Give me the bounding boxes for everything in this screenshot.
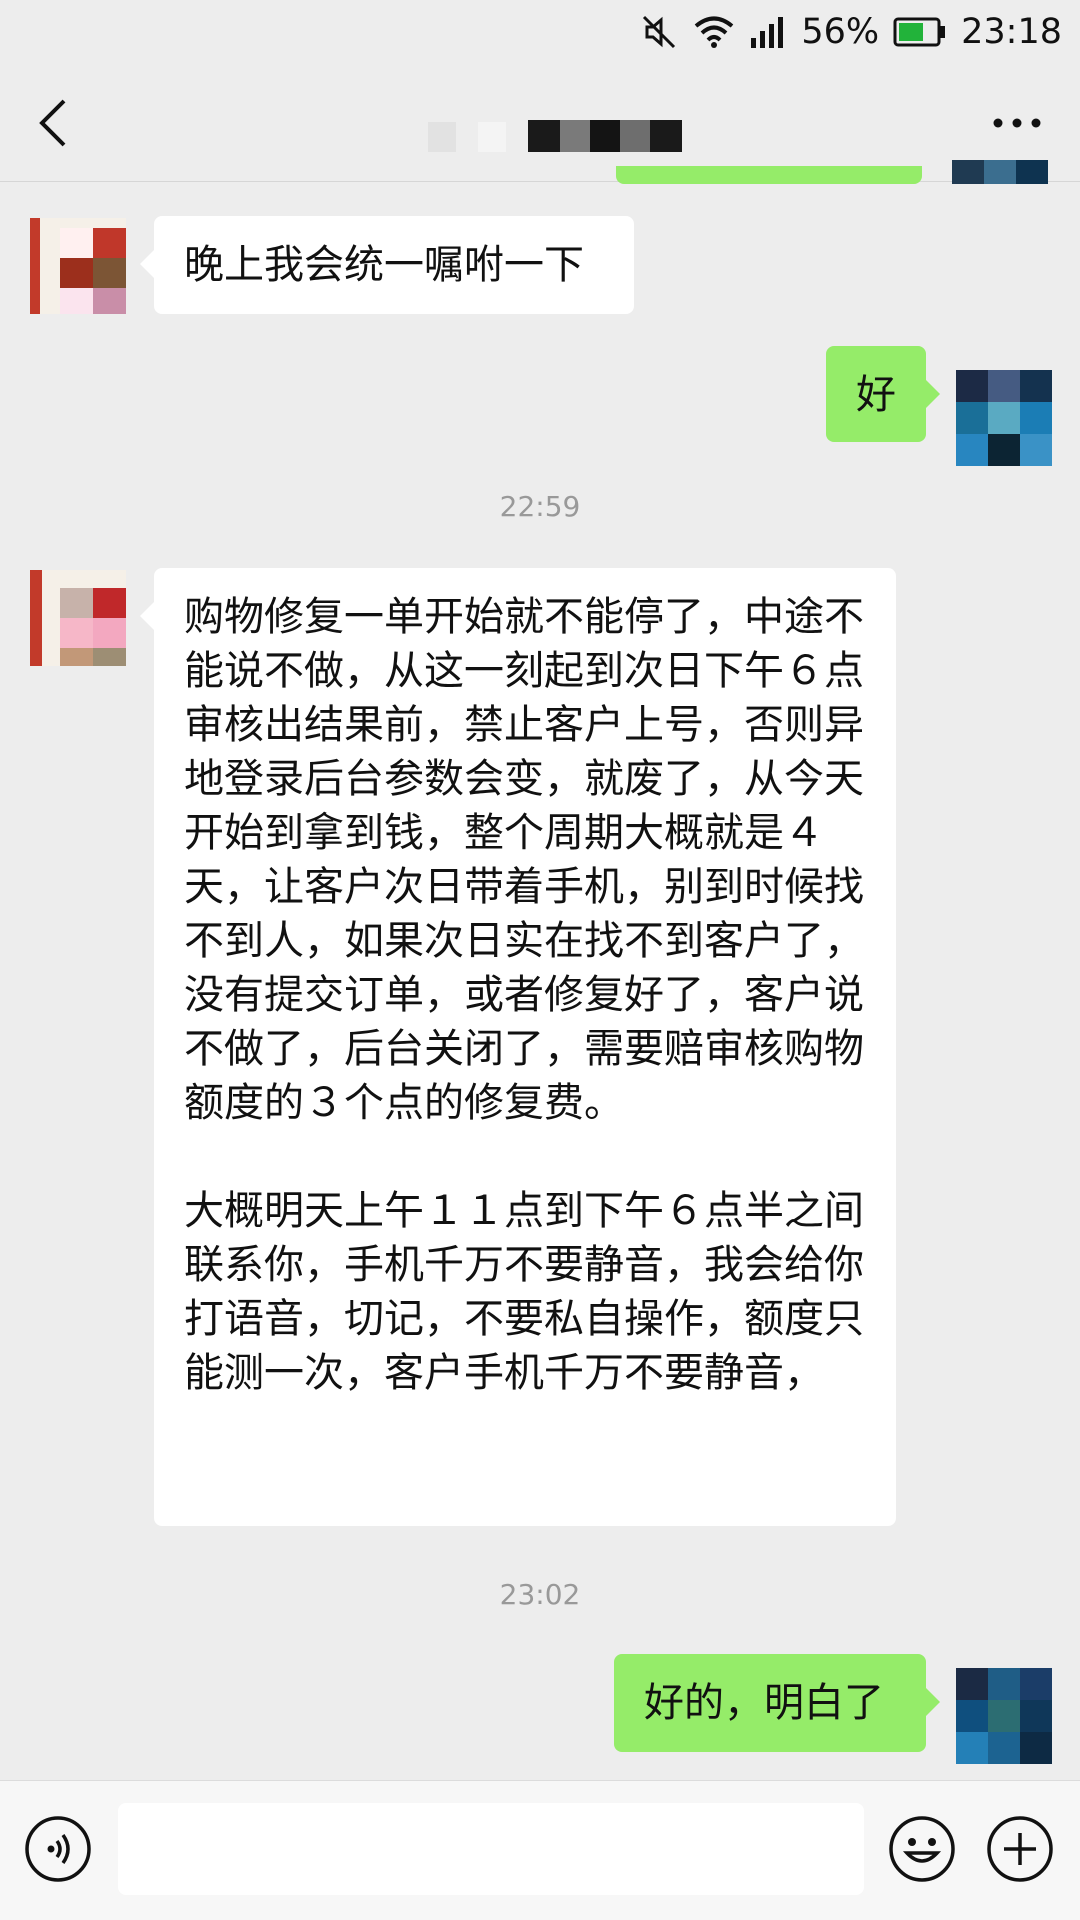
avatar-contact[interactable]	[30, 570, 126, 666]
emoji-button[interactable]	[888, 1815, 956, 1883]
battery-percent: 56%	[801, 12, 880, 52]
status-time: 23:18	[961, 12, 1062, 52]
avatar-self[interactable]	[956, 370, 1052, 466]
avatar-self-partial	[952, 160, 1048, 184]
message-text: 晚上我会统一嘱咐一下	[184, 242, 584, 288]
wifi-icon	[693, 14, 735, 50]
message-paragraph: 大概明天上午１１点到下午６点半之间联系你，手机千万不要静音，我会给你打语音，切记…	[184, 1188, 864, 1396]
chat-screen: 56% 23:18 晚上我会统一嘱咐一下 好 22:59 购物修复一单开始就不能…	[0, 0, 1080, 1920]
title-bar	[0, 64, 1080, 182]
signal-icon	[749, 16, 787, 48]
message-input[interactable]	[118, 1803, 864, 1895]
back-button[interactable]	[20, 86, 84, 160]
more-button[interactable]	[982, 90, 1052, 156]
avatar-self[interactable]	[956, 1668, 1052, 1764]
voice-button[interactable]	[24, 1815, 92, 1883]
message-bubble-outgoing[interactable]: 好的，明白了	[614, 1654, 940, 1752]
avatar-contact[interactable]	[30, 218, 126, 314]
message-text: 好的，明白了	[644, 1680, 884, 1726]
status-bar: 56% 23:18	[0, 0, 1080, 64]
more-dots-icon	[993, 118, 1041, 128]
emoji-icon	[889, 1816, 955, 1882]
message-bubble-incoming[interactable]: 购物修复一单开始就不能停了，中途不能说不做，从这一刻起到次日下午６点审核出结果前…	[140, 568, 896, 1526]
battery-icon	[893, 17, 947, 47]
timestamp: 23:02	[499, 1578, 581, 1611]
chat-title-redacted	[428, 120, 682, 152]
previous-outgoing-bubble-partial	[616, 166, 922, 184]
timestamp: 22:59	[499, 490, 581, 523]
plus-icon	[987, 1816, 1053, 1882]
chevron-left-icon	[39, 99, 66, 147]
mute-icon	[639, 12, 679, 52]
message-bubble-incoming[interactable]: 晚上我会统一嘱咐一下	[140, 216, 634, 314]
input-bar	[0, 1780, 1080, 1920]
plus-button[interactable]	[986, 1815, 1054, 1883]
voice-icon	[25, 1816, 91, 1882]
message-text: 好	[856, 372, 896, 418]
message-paragraph: 购物修复一单开始就不能停了，中途不能说不做，从这一刻起到次日下午６点审核出结果前…	[184, 594, 864, 1126]
message-bubble-outgoing[interactable]: 好	[826, 346, 940, 442]
